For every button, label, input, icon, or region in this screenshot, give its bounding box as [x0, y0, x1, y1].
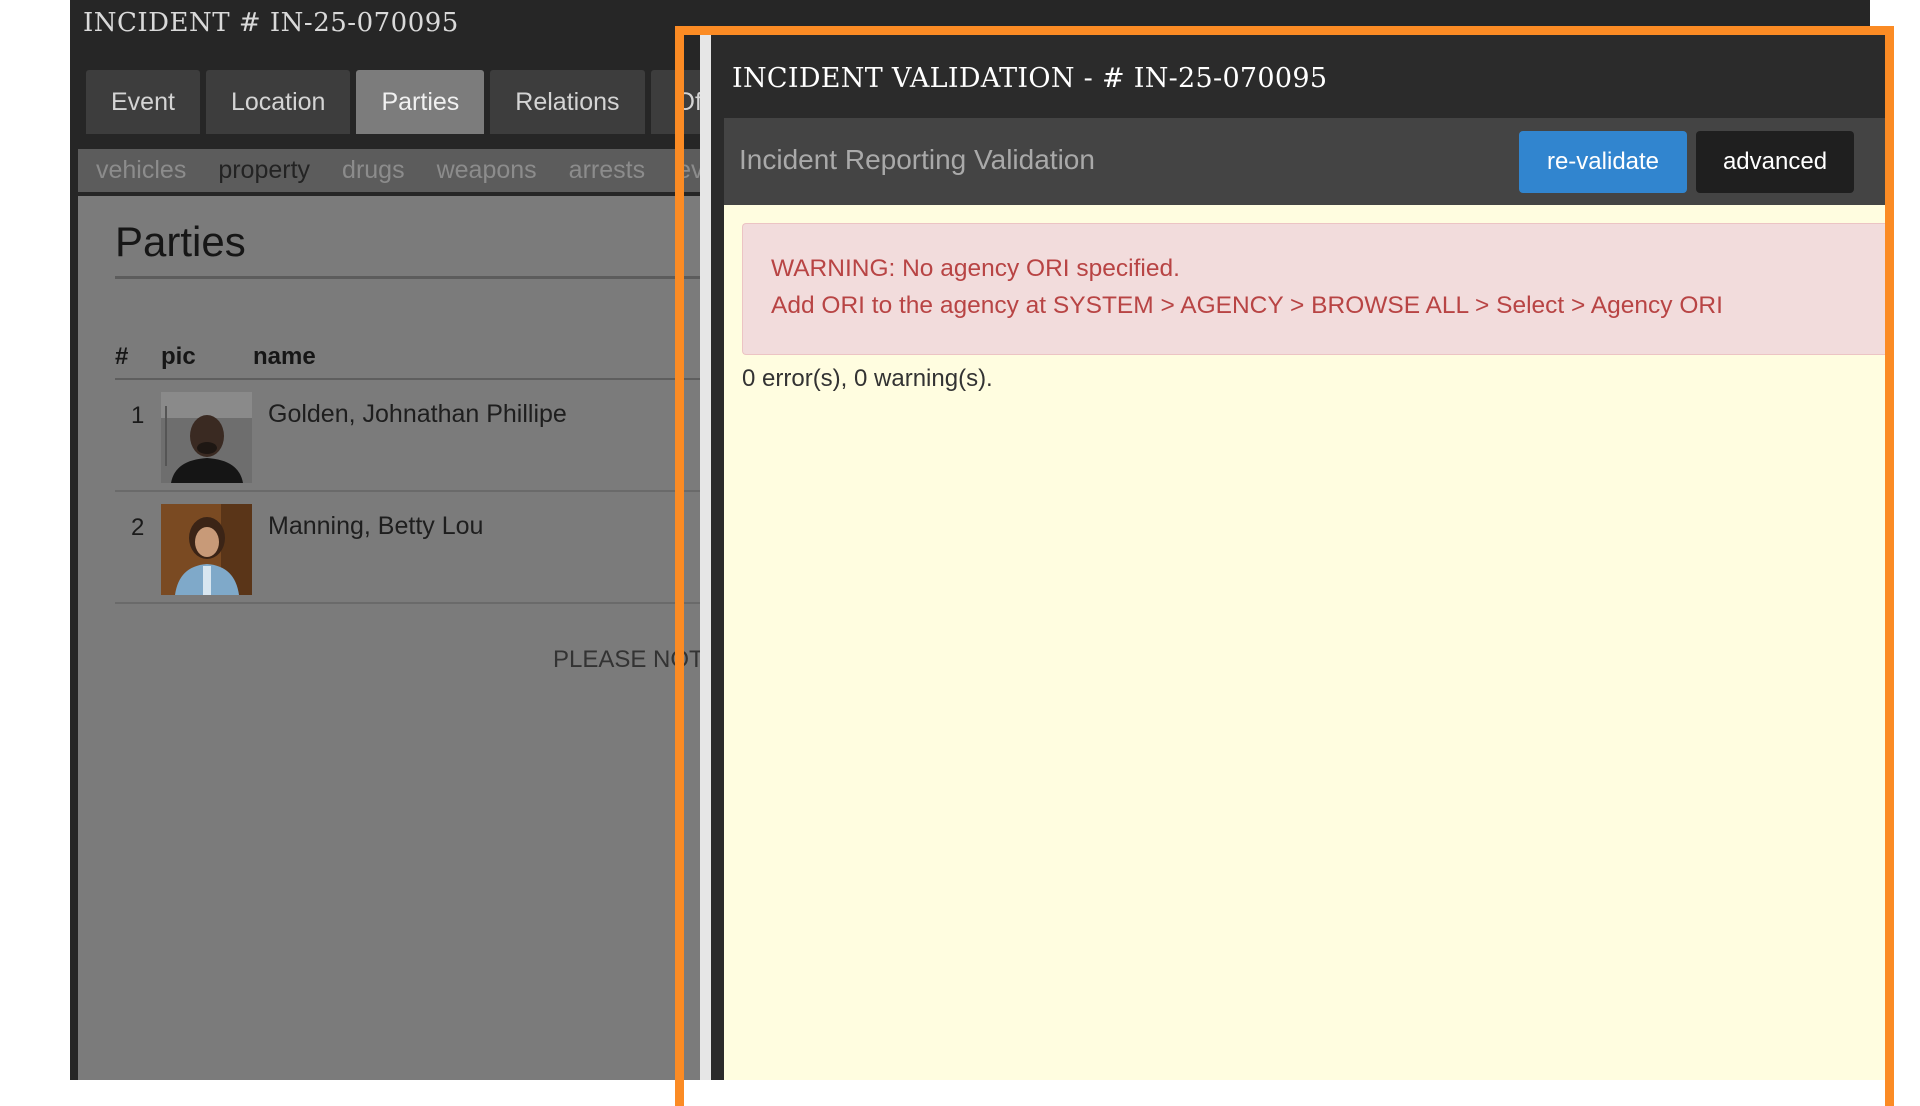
- party-photo[interactable]: [161, 504, 252, 595]
- party-name[interactable]: Golden, Johnathan Phillipe: [268, 400, 567, 429]
- party-row-number: 2: [131, 514, 145, 541]
- party-row-number: 1: [131, 402, 145, 429]
- dialog-title: INCIDENT VALIDATION - # IN-25-070095: [732, 63, 1328, 94]
- advanced-button[interactable]: advanced: [1696, 131, 1854, 193]
- incident-validation-dialog: INCIDENT VALIDATION - # IN-25-070095 Inc…: [700, 30, 1891, 1080]
- validation-toolbar: Incident Reporting Validation re-validat…: [724, 118, 1890, 205]
- column-header-number: #: [115, 343, 129, 370]
- tab-location[interactable]: Location: [205, 70, 351, 134]
- toolbar-title: Incident Reporting Validation: [739, 144, 1095, 175]
- column-header-name: name: [253, 343, 316, 370]
- subtab-vehicles[interactable]: vehicles: [96, 156, 186, 185]
- column-header-pic: pic: [161, 343, 196, 370]
- party-name[interactable]: Manning, Betty Lou: [268, 512, 483, 541]
- incident-window-title: INCIDENT # IN-25-070095: [83, 8, 459, 38]
- subtab-weapons[interactable]: weapons: [437, 156, 537, 185]
- tab-event[interactable]: Event: [86, 70, 200, 134]
- validation-summary: 0 error(s), 0 warning(s).: [742, 365, 993, 392]
- warning-instructions: Add ORI to the agency at SYSTEM > AGENCY…: [771, 292, 1723, 319]
- party-photo[interactable]: [161, 392, 252, 483]
- tab-relations[interactable]: Relations: [490, 70, 645, 134]
- subtab-arrests[interactable]: arrests: [569, 156, 645, 185]
- please-note-text: PLEASE NOTE: [553, 646, 720, 673]
- tab-parties[interactable]: Parties: [356, 70, 485, 134]
- subtab-property[interactable]: property: [218, 156, 310, 185]
- subtab-drugs[interactable]: drugs: [342, 156, 405, 185]
- incident-tab-bar: Event Location Parties Relations Of: [86, 70, 727, 134]
- warning-alert: WARNING: No agency ORI specified. Add OR…: [742, 223, 1891, 355]
- validation-results: WARNING: No agency ORI specified. Add OR…: [724, 205, 1891, 1080]
- dialog-left-edge: [700, 30, 711, 1080]
- warning-message: WARNING: No agency ORI specified.: [771, 255, 1180, 282]
- parties-heading: Parties: [115, 218, 246, 265]
- revalidate-button[interactable]: re-validate: [1519, 131, 1687, 193]
